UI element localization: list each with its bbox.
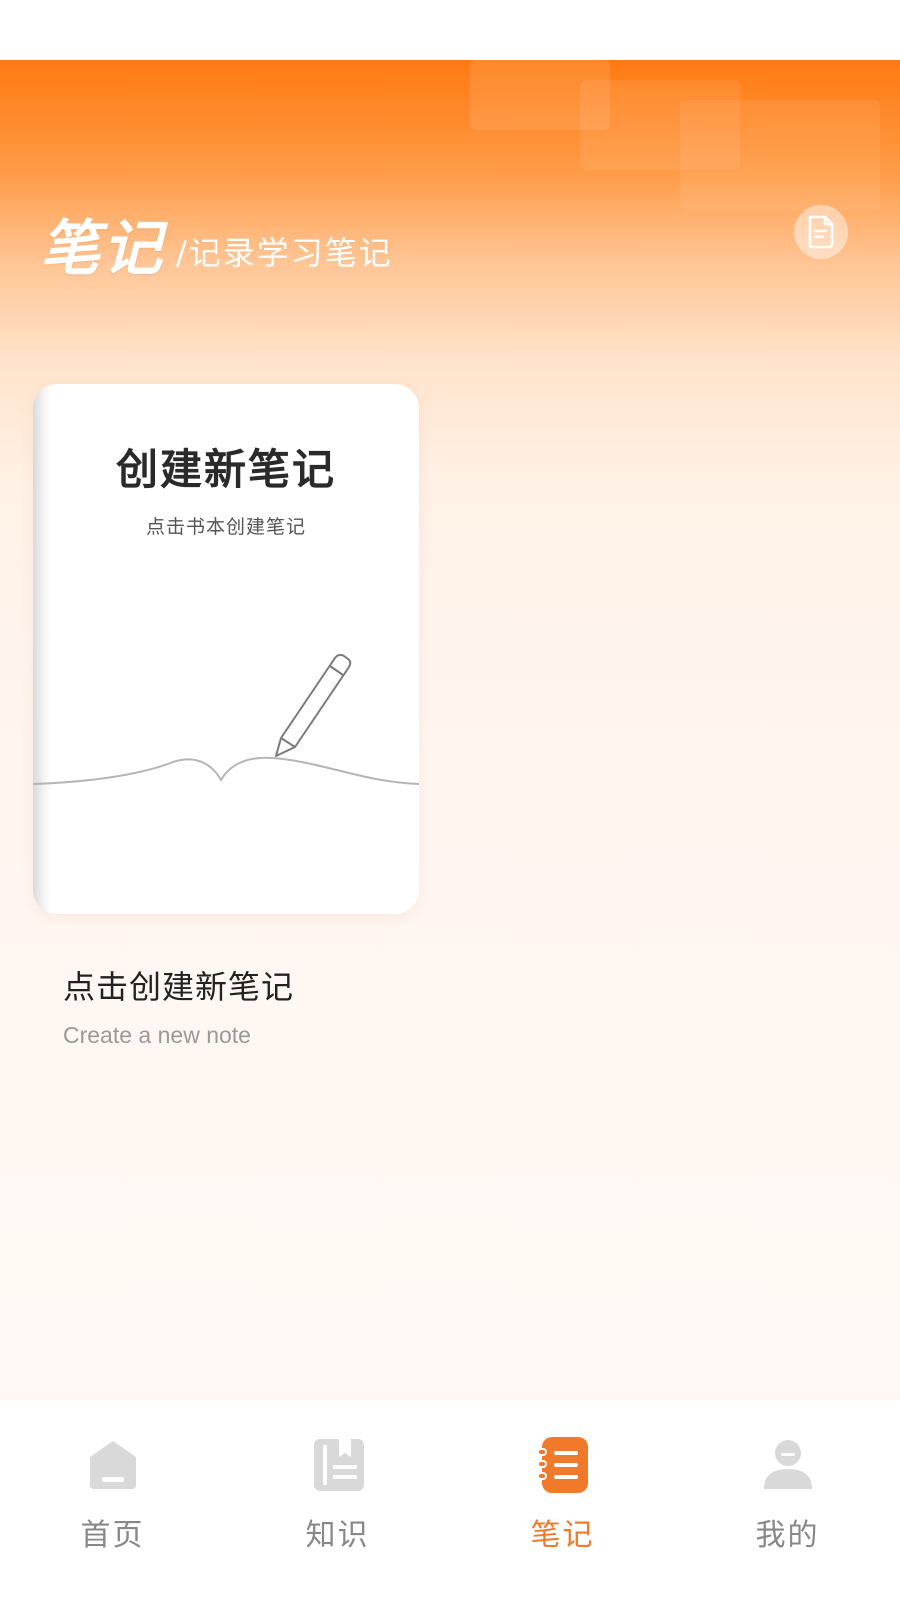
page-subtitle: /记录学习笔记	[176, 234, 393, 272]
tab-profile-label: 我的	[755, 1518, 820, 1553]
create-note-label[interactable]: 点击创建新笔记	[63, 962, 294, 1008]
profile-icon	[764, 1440, 812, 1489]
status-bar	[0, 0, 900, 60]
document-icon	[808, 215, 834, 249]
card-title: 创建新笔记	[115, 445, 336, 494]
tab-knowledge-label: 知识	[305, 1518, 370, 1553]
page-title: 笔记	[40, 214, 164, 284]
tab-home[interactable]: 首页	[0, 1400, 225, 1600]
card-subtitle: 点击书本创建笔记	[145, 516, 306, 538]
tab-home-label: 首页	[80, 1518, 145, 1553]
pencil-icon	[275, 654, 352, 757]
create-note-card[interactable]: 创建新笔记 点击书本创建笔记	[33, 384, 419, 914]
tab-notes-label: 笔记	[530, 1518, 595, 1553]
tab-knowledge[interactable]: 知识	[225, 1400, 450, 1600]
tab-notes[interactable]: 笔记	[450, 1400, 675, 1600]
tab-profile[interactable]: 我的	[675, 1400, 900, 1600]
create-note-label-en: Create a new note	[63, 1022, 251, 1048]
header-decoration	[680, 100, 880, 210]
note-list-button[interactable]	[794, 205, 848, 259]
knowledge-book-icon	[314, 1439, 364, 1491]
bottom-tab-bar: 首页 知识 笔记 我的	[0, 1400, 900, 1600]
home-icon	[90, 1441, 136, 1489]
pencil-book-illustration	[33, 654, 419, 785]
notes-icon	[537, 1437, 588, 1493]
